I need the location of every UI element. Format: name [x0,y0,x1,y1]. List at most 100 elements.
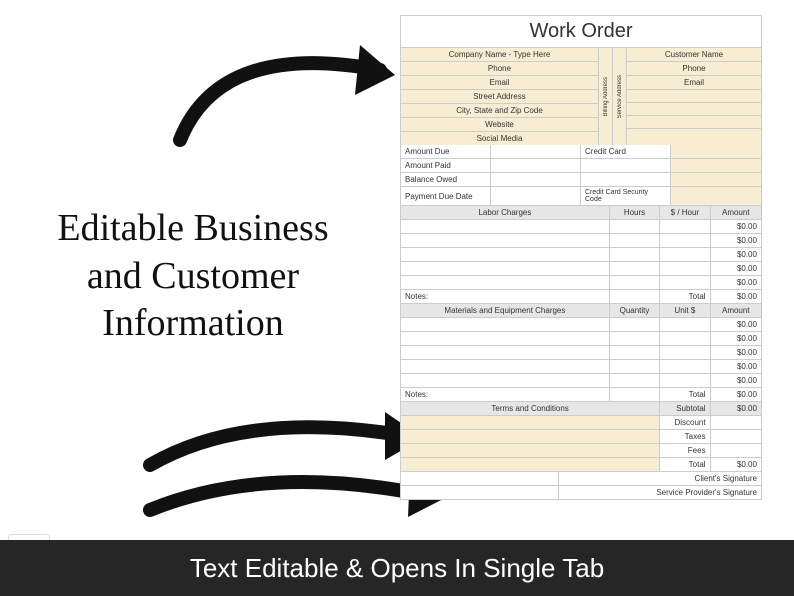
sheet-title: Work Order [401,16,761,48]
labor-desc[interactable] [401,248,610,261]
total-label: Total [660,458,710,471]
hours-header: Hours [610,206,660,219]
rate-header: $ / Hour [660,206,710,219]
mat-qty[interactable] [610,332,660,345]
company-phone-field[interactable]: Phone [401,62,598,76]
mat-notes-label: Notes: [401,388,610,401]
blank-cell[interactable] [671,159,761,172]
customer-email-field[interactable]: Email [627,76,761,90]
mat-amount: $0.00 [711,374,761,387]
balance-owed-label: Balance Owed [401,173,491,186]
customer-blank-field[interactable] [627,103,761,116]
company-name-field[interactable]: Company Name - Type Here [401,48,598,62]
mat-unit[interactable] [660,346,710,359]
amount-paid-value[interactable] [491,159,581,172]
company-email-field[interactable]: Email [401,76,598,90]
mat-total-label: Total [660,388,710,401]
discount-label: Discount [660,416,710,429]
labor-desc[interactable] [401,262,610,275]
terms-body[interactable] [401,430,660,443]
mat-unit[interactable] [660,374,710,387]
terms-body[interactable] [401,444,660,457]
mat-desc[interactable] [401,374,610,387]
cc-security-value[interactable] [671,187,761,205]
labor-rate[interactable] [660,262,710,275]
labor-hours[interactable] [610,220,660,233]
fees-value[interactable] [711,444,761,457]
labor-amount: $0.00 [711,220,761,233]
provider-sig-label: Service Provider's Signature [559,486,761,499]
service-address-label: Service Address [617,73,623,120]
company-website-field[interactable]: Website [401,118,598,132]
client-sig-label: Client's Signature [559,472,761,485]
customer-blank-field[interactable] [627,129,761,142]
terms-header: Terms and Conditions [401,402,660,415]
labor-rate[interactable] [660,248,710,261]
amount-paid-label: Amount Paid [401,159,491,172]
labor-hours[interactable] [610,276,660,289]
cc-value[interactable] [671,145,761,158]
labor-desc[interactable] [401,220,610,233]
customer-name-field[interactable]: Customer Name [627,48,761,62]
labor-desc[interactable] [401,276,610,289]
taxes-label: Taxes [660,430,710,443]
unit-header: Unit $ [660,304,710,317]
labor-total-value: $0.00 [711,290,761,303]
blank-cell[interactable] [581,159,671,172]
payment-due-date-label: Payment Due Date [401,187,491,205]
mat-qty[interactable] [610,346,660,359]
sig-blank[interactable] [401,472,559,485]
taxes-value[interactable] [711,430,761,443]
customer-phone-field[interactable]: Phone [627,62,761,76]
mat-desc[interactable] [401,318,610,331]
amount-header: Amount [711,304,761,317]
mat-desc[interactable] [401,346,610,359]
labor-charges-header: Labor Charges [401,206,610,219]
mat-amount: $0.00 [711,346,761,359]
mat-total-value: $0.00 [711,388,761,401]
company-city-field[interactable]: City, State and Zip Code [401,104,598,118]
blank-cell [610,388,660,401]
labor-amount: $0.00 [711,234,761,247]
mat-qty[interactable] [610,374,660,387]
customer-blank-field[interactable] [627,90,761,103]
labor-rate[interactable] [660,276,710,289]
billing-address-label: Billing Address [603,75,609,118]
terms-body[interactable] [401,458,660,471]
labor-hours[interactable] [610,262,660,275]
mat-qty[interactable] [610,360,660,373]
company-social-field[interactable]: Social Media [401,132,598,145]
amount-due-value[interactable] [491,145,581,158]
discount-value[interactable] [711,416,761,429]
customer-blank-field[interactable] [627,116,761,129]
annotation-text: Editable Business and Customer Informati… [38,205,348,348]
mat-unit[interactable] [660,318,710,331]
total-value: $0.00 [711,458,761,471]
mat-desc[interactable] [401,360,610,373]
labor-total-label: Total [660,290,710,303]
amount-due-label: Amount Due [401,145,491,158]
qty-header: Quantity [610,304,660,317]
labor-hours[interactable] [610,248,660,261]
labor-desc[interactable] [401,234,610,247]
arrow-icon [160,20,420,160]
mat-qty[interactable] [610,318,660,331]
mat-unit[interactable] [660,360,710,373]
amount-header: Amount [711,206,761,219]
labor-rate[interactable] [660,234,710,247]
info-block[interactable]: Company Name - Type Here Phone Email Str… [401,48,761,145]
balance-owed-value[interactable] [491,173,581,186]
mat-amount: $0.00 [711,332,761,345]
blank-cell [610,290,660,303]
labor-hours[interactable] [610,234,660,247]
blank-cell[interactable] [671,173,761,186]
terms-body[interactable] [401,416,660,429]
sig-blank[interactable] [401,486,559,499]
labor-rate[interactable] [660,220,710,233]
mat-unit[interactable] [660,332,710,345]
company-street-field[interactable]: Street Address [401,90,598,104]
mat-desc[interactable] [401,332,610,345]
blank-cell[interactable] [581,173,671,186]
labor-amount: $0.00 [711,262,761,275]
payment-due-date-value[interactable] [491,187,581,205]
